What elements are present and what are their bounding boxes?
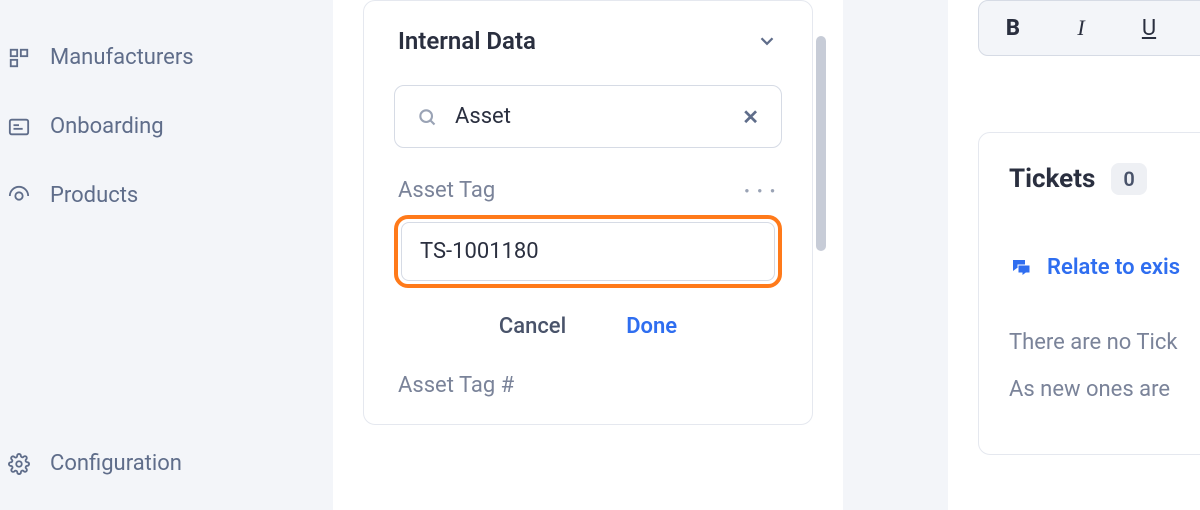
italic-button[interactable]: I — [1047, 5, 1115, 51]
search-icon — [417, 107, 437, 127]
scrollbar[interactable] — [816, 36, 826, 251]
search-input[interactable]: Asset ✕ — [394, 85, 782, 148]
next-field-label: Asset Tag # — [394, 373, 782, 398]
sidebar-item-onboarding[interactable]: Onboarding — [0, 104, 320, 149]
field-label-row: Asset Tag ● ● ● — [394, 178, 782, 203]
tickets-count-badge: 0 — [1111, 163, 1146, 195]
sidebar-item-label: Products — [50, 183, 138, 208]
sidebar-item-manufacturers[interactable]: Manufacturers — [0, 35, 320, 80]
card-header[interactable]: Internal Data — [394, 27, 782, 55]
search-value: Asset — [455, 104, 724, 129]
internal-data-card: Internal Data Asset ✕ Asset Tag ● ● ● Ca… — [363, 0, 813, 425]
tickets-header: Tickets 0 — [1009, 163, 1200, 195]
cancel-button[interactable]: Cancel — [499, 314, 566, 339]
sidebar-item-label: Manufacturers — [50, 45, 194, 70]
field-label: Asset Tag — [398, 178, 495, 203]
manufacturers-icon — [8, 47, 30, 69]
sidebar-item-products[interactable]: Products — [0, 173, 320, 218]
button-row: Cancel Done — [394, 314, 782, 339]
empty-text-2: As new ones are — [1009, 377, 1200, 402]
sidebar-item-label: Configuration — [50, 451, 182, 476]
underline-button[interactable]: U — [1115, 5, 1183, 51]
format-toolbar: B I U — [978, 0, 1200, 56]
onboarding-icon — [8, 116, 30, 138]
empty-text-1: There are no Tick — [1009, 330, 1200, 355]
products-icon — [8, 185, 30, 207]
gear-icon — [8, 453, 30, 475]
tickets-title: Tickets — [1009, 164, 1095, 194]
right-panel: B I U Tickets 0 Relate to exis There are… — [948, 0, 1200, 510]
sidebar-item-label: Onboarding — [50, 114, 164, 139]
input-highlight — [394, 215, 782, 288]
tickets-card: Tickets 0 Relate to exis There are no Ti… — [978, 132, 1200, 455]
card-title: Internal Data — [398, 27, 536, 55]
main-panel: Internal Data Asset ✕ Asset Tag ● ● ● Ca… — [333, 0, 843, 510]
more-options-icon[interactable]: ● ● ● — [745, 186, 778, 195]
sidebar: Manufacturers Onboarding Products Config… — [0, 0, 320, 510]
chat-icon — [1009, 256, 1033, 280]
clear-icon[interactable]: ✕ — [742, 105, 759, 129]
sidebar-item-configuration[interactable]: Configuration — [0, 441, 320, 486]
bold-button[interactable]: B — [979, 5, 1047, 51]
relate-label: Relate to exis — [1047, 255, 1180, 280]
chevron-down-icon[interactable] — [756, 30, 778, 52]
relate-link[interactable]: Relate to exis — [1009, 255, 1200, 280]
done-button[interactable]: Done — [626, 314, 677, 339]
asset-tag-input[interactable] — [401, 222, 775, 281]
